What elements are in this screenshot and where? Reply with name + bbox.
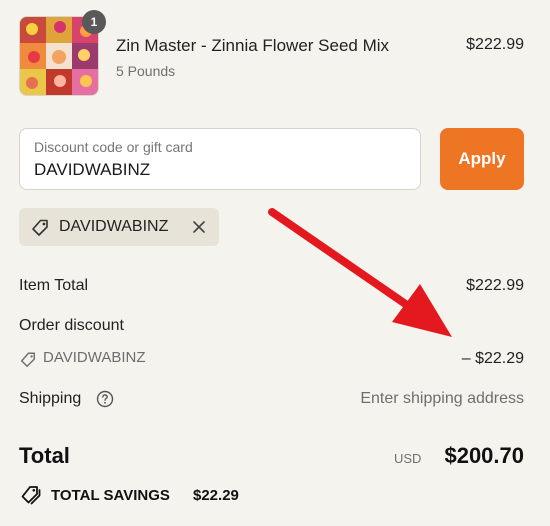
total-savings-value: $22.29 — [193, 487, 239, 504]
discount-code-placeholder: Discount code or gift card — [34, 139, 193, 155]
total-label: Total — [19, 443, 70, 468]
item-total-label: Item Total — [19, 277, 89, 294]
shipping-value: Enter shipping address — [360, 390, 524, 407]
product-variant: 5 Pounds — [116, 63, 176, 79]
question-circle-icon[interactable] — [96, 390, 114, 413]
applied-discount-chip: DAVIDWABINZ — [19, 208, 219, 246]
item-total-value: $222.99 — [466, 277, 524, 294]
order-discount-value: – $22.29 — [461, 350, 524, 367]
tag-icon — [19, 351, 37, 374]
quantity-badge: 1 — [82, 10, 106, 34]
product-price: $222.99 — [466, 36, 524, 53]
product-name: Zin Master - Zinnia Flower Seed Mix — [116, 36, 390, 55]
total-value: $200.70 — [444, 443, 524, 468]
order-discount-code: DAVIDWABINZ — [43, 349, 146, 366]
shipping-label: Shipping — [19, 390, 82, 407]
line-item: 1 Zin Master - Zinnia Flower Seed Mix 5 … — [19, 10, 524, 98]
apply-button[interactable]: Apply — [440, 128, 524, 190]
tags-icon — [19, 485, 43, 510]
discount-code-input[interactable]: Discount code or gift card DAVIDWABINZ — [19, 128, 421, 190]
currency-code: USD — [394, 451, 422, 466]
tag-icon — [30, 218, 50, 243]
discount-code-value: DAVIDWABINZ — [34, 160, 151, 179]
order-discount-label: Order discount — [19, 317, 124, 334]
total-savings-label: TOTAL SAVINGS — [51, 487, 170, 504]
close-icon[interactable] — [191, 219, 207, 240]
applied-discount-code: DAVIDWABINZ — [59, 218, 169, 235]
